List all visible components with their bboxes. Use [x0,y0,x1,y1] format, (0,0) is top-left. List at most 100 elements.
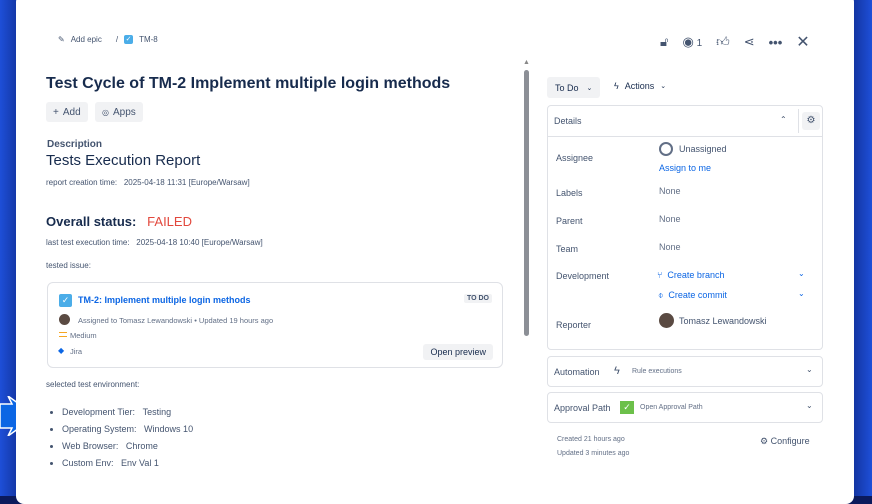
labels-value[interactable]: None [659,186,681,196]
approval-path-panel[interactable]: Approval Path ✓ Open Approval Path ⌄ [547,392,823,423]
details-panel: Details ⌃ ⚙ Assignee Unassigned Assign t… [547,105,823,350]
env-item: Custom Env: Env Val 1 [62,458,193,468]
create-branch-label: Create branch [667,270,725,280]
approval-sub: Open Approval Path [640,404,703,411]
report-heading: Tests Execution Report [46,152,201,169]
chevron-down-icon: ⌄ [660,83,667,90]
breadcrumb: ✎ Add epic / ✓ TM-8 [58,35,158,44]
parent-label: Parent [556,216,583,226]
scrollbar-thumb[interactable] [524,70,529,336]
create-branch-button[interactable]: ⑂ Create branch [657,270,724,280]
add-epic-link[interactable]: Add epic [71,35,102,44]
watch-count: 1 [696,38,703,49]
chevron-down-icon: ⌄ [806,365,813,374]
created-text: Created 21 hours ago [557,436,625,443]
lightning-icon: ϟ [614,365,620,377]
issue-key-link[interactable]: TM-8 [139,35,158,44]
user-icon [659,142,673,156]
status-dropdown[interactable]: To Do ⌄ [547,77,601,98]
lock-icon[interactable]: 🔓︎ [660,34,668,50]
details-header[interactable]: Details ⌃ ⚙ [548,106,822,137]
actions-label: Actions [624,81,655,91]
dot: • [194,316,197,325]
apps-label: Apps [112,106,136,118]
env-value: Env Val 1 [121,458,159,468]
parent-value[interactable]: None [659,214,681,224]
env-item: Web Browser: Chrome [62,441,193,451]
env-value: Chrome [125,441,158,451]
apps-button[interactable]: ◎ Apps [95,102,143,122]
chevron-down-icon: ⌄ [806,401,813,410]
chevron-up-icon[interactable]: ⌃ [780,115,787,124]
thumbs-up-icon[interactable]: 👍︎ [716,34,730,50]
assign-to-me-link[interactable]: Assign to me [659,163,711,173]
add-button[interactable]: + Add [46,102,88,122]
apps-icon: ◎ [102,107,109,117]
env-key: Development Tier: [62,407,136,417]
chevron-down-icon[interactable]: ⌄ [798,289,805,298]
team-value[interactable]: None [659,242,681,252]
assignee-value[interactable]: Unassigned [679,144,727,154]
description-label: Description [47,139,103,150]
reporter-avatar [659,313,674,328]
last-exec-value: 2025-04-18 10:40 [Europe/Warsaw] [136,238,263,247]
jira-icon: ◆ [58,346,65,355]
env-key: Custom Env: [62,458,114,468]
reporter-label: Reporter [556,320,592,330]
gear-icon[interactable]: ⚙ [802,112,820,130]
priority-medium-icon [59,332,67,337]
divider [798,109,799,133]
status-value: FAILED [147,214,192,229]
reporter-value[interactable]: Tomasz Lewandowski [679,316,767,326]
open-preview-button[interactable]: Open preview [423,344,493,360]
approval-path-icon: ✓ [620,401,634,414]
updated-text: Updated 3 minutes ago [557,450,630,457]
issue-card: ✓ TM-2: Implement multiple login methods… [47,282,503,368]
env-value: Testing [142,407,172,417]
actions-dropdown[interactable]: ϟ Actions ⌄ [614,81,666,91]
env-item: Development Tier: Testing [62,407,193,417]
task-checkbox-icon: ✓ [124,35,134,44]
eye-icon: ◉ [682,34,694,49]
updated-text: Updated 19 hours ago [198,316,274,325]
creation-label: report creation time: [46,178,118,187]
scroll-up-arrow[interactable]: ▲ [523,59,530,66]
labels-label: Labels [556,188,583,198]
approval-title: Approval Path [554,403,611,413]
creation-value: 2025-04-18 11:31 [Europe/Warsaw] [123,178,250,187]
development-label: Development [556,271,610,281]
configure-button[interactable]: ⚙ Configure [760,436,810,447]
task-checkbox-icon: ✓ [59,294,72,307]
create-commit-button[interactable]: ⌽ Create commit [658,290,727,301]
env-key: Operating System: [62,424,137,434]
chevron-down-icon: ⌄ [586,84,593,92]
plus-icon: + [53,106,59,118]
overall-status: Overall status: FAILED [46,214,192,229]
last-exec-time: last test execution time: 2025-04-18 10:… [46,238,263,247]
more-icon[interactable]: ••• [769,35,783,50]
issue-card-title[interactable]: TM-2: Implement multiple login methods [78,295,251,305]
issue-card-meta: Assigned to Tomasz Lewandowski • Updated… [78,316,273,325]
watch-button[interactable]: ◉ 1 [682,34,702,50]
pencil-icon: ✎ [58,35,65,44]
chevron-down-icon[interactable]: ⌄ [798,269,805,278]
breadcrumb-separator: / [115,35,119,44]
last-exec-label: last test execution time: [46,238,130,247]
tested-issue-label: tested issue: [46,261,91,270]
share-icon[interactable]: ⋖ [744,34,755,50]
status-label: Overall status: [46,214,137,229]
close-icon[interactable]: ✕ [796,32,809,52]
team-label: Team [556,244,579,254]
automation-sub: Rule executions [632,368,682,375]
env-value: Windows 10 [144,424,194,434]
automation-panel[interactable]: Automation ϟ Rule executions ⌄ [547,356,823,387]
gear-icon: ⚙ [760,436,769,446]
env-list: Development Tier: Testing Operating Syst… [46,407,193,475]
source-text: Jira [70,347,83,356]
issue-modal: ✎ Add epic / ✓ TM-8 🔓︎ ◉ 1 👍︎ ⋖ ••• ✕ Te… [16,0,854,504]
env-key: Web Browser: [62,441,119,451]
issue-title[interactable]: Test Cycle of TM-2 Implement multiple lo… [46,75,450,93]
lightning-icon: ϟ [614,81,619,91]
avatar [59,314,70,325]
configure-label: Configure [770,436,810,446]
